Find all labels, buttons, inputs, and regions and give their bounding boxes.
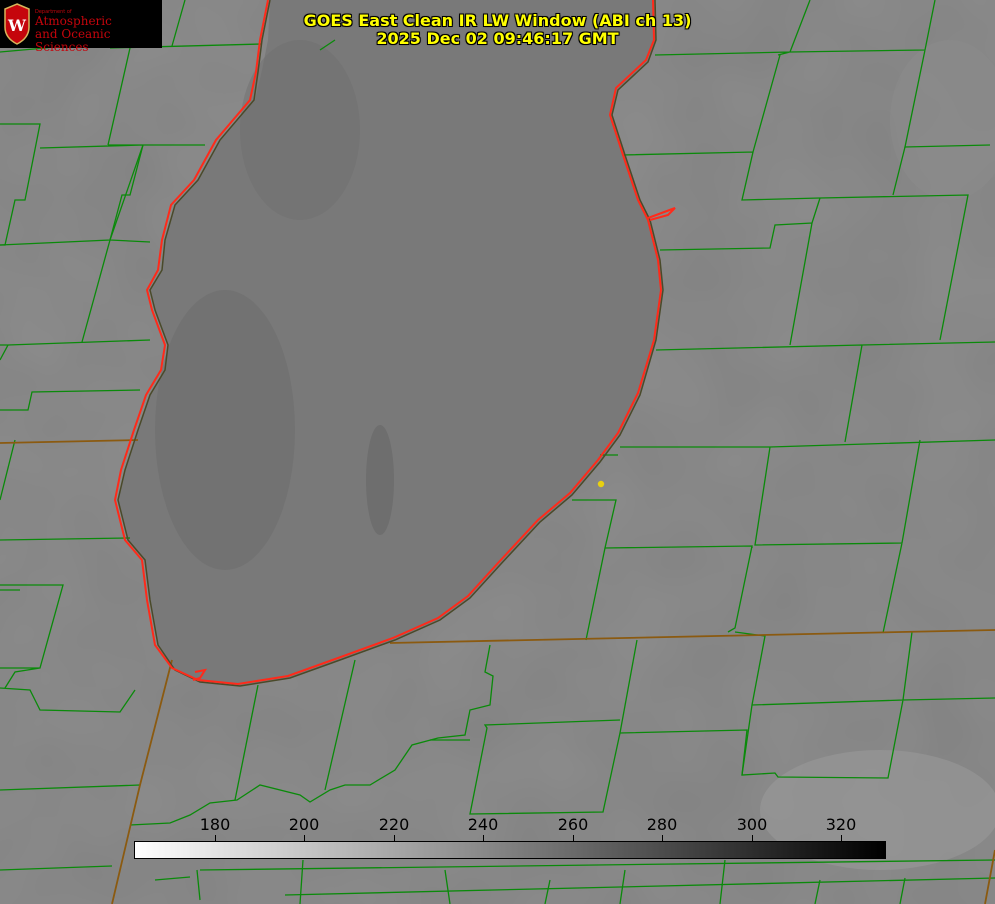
colorbar-tick-label: 300 <box>736 815 768 834</box>
colorbar-tick-label: 180 <box>199 815 231 834</box>
colorbar-tick-label: 260 <box>557 815 589 834</box>
colorbar <box>134 841 886 859</box>
colorbar-tickmark <box>752 835 753 841</box>
colorbar-tickmark <box>304 835 305 841</box>
lake-dark-band <box>155 290 295 570</box>
timestamp: 2025 Dec 02 09:46:17 GMT <box>376 29 619 48</box>
satellite-map <box>0 0 995 904</box>
colorbar-tick-label: 240 <box>467 815 499 834</box>
colorbar-tickmark <box>573 835 574 841</box>
colorbar-tickmark <box>394 835 395 841</box>
colorbar-tick-label: 200 <box>288 815 320 834</box>
colorbar-tickmark <box>483 835 484 841</box>
satellite-view: W Department of Atmospheric and Oceanic … <box>0 0 995 904</box>
product-title: GOES East Clean IR LW Window (ABI ch 13) <box>303 11 692 30</box>
colorbar-tick-label: 280 <box>646 815 678 834</box>
location-marker <box>597 480 605 488</box>
colorbar-tick-label: 320 <box>825 815 857 834</box>
colorbar-tickmark <box>841 835 842 841</box>
lake-dark-streak <box>366 425 394 535</box>
colorbar-tickmark <box>662 835 663 841</box>
colorbar-tick-label: 220 <box>378 815 410 834</box>
colorbar-tickmark <box>215 835 216 841</box>
